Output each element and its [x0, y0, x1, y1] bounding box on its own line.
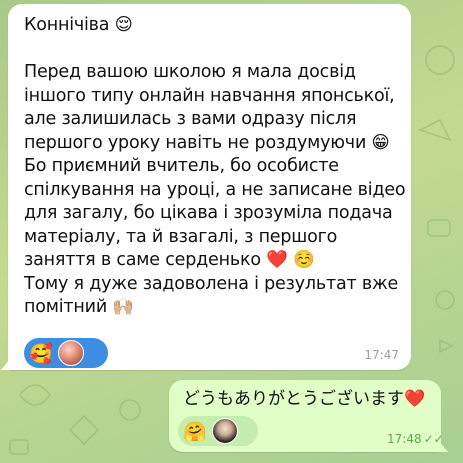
smiling-hearts-reaction[interactable]: 🥰: [28, 340, 54, 366]
outgoing-reactions[interactable]: 🤗: [178, 416, 258, 446]
incoming-message-time: 17:47: [364, 348, 399, 362]
double-check-icon: ✓✓: [423, 432, 444, 446]
incoming-message-bubble[interactable]: Коннічіва 😌 Перед вашою школою я мала до…: [1, 4, 411, 370]
hugging-face-reaction[interactable]: 🤗: [182, 418, 208, 444]
reactor-avatar[interactable]: [58, 340, 84, 366]
incoming-reactions[interactable]: 🥰: [24, 338, 108, 368]
outgoing-time-value: 17:48: [387, 432, 422, 446]
incoming-message-text: Коннічіва 😌 Перед вашою школою я мала до…: [24, 15, 406, 317]
outgoing-message-text: どうもありがとうございます❤️: [183, 389, 426, 409]
outgoing-message-time: 17:48 ✓✓: [387, 432, 444, 446]
reactor-avatar[interactable]: [212, 418, 238, 444]
